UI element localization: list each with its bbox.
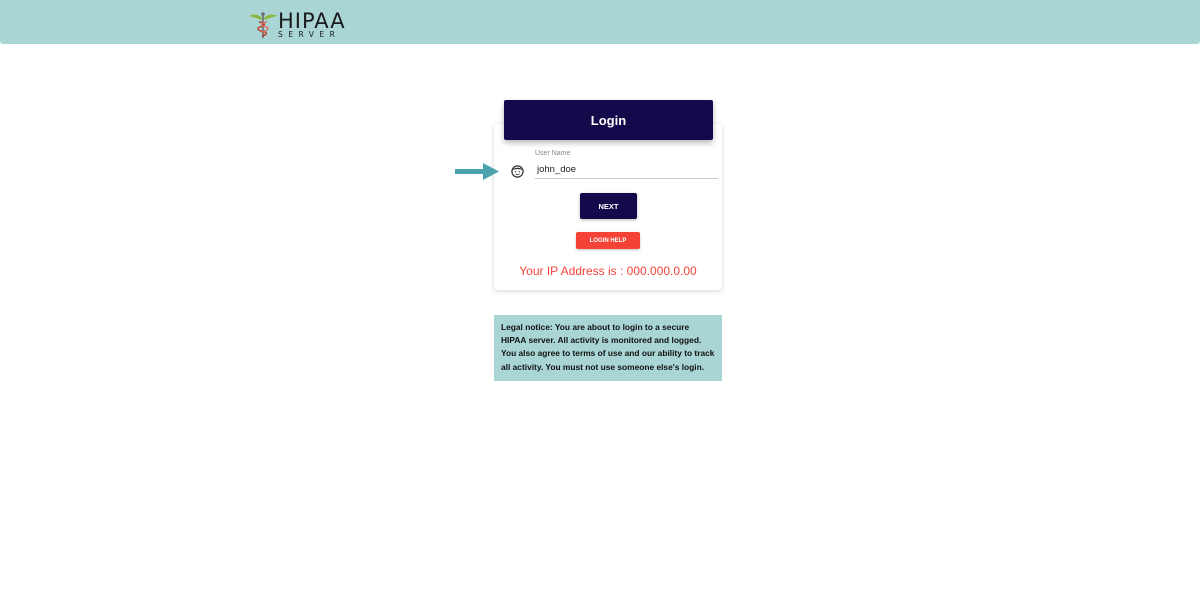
logo-title: HIPAA: [278, 9, 346, 33]
logo-subtitle: SERVER: [278, 30, 341, 39]
login-card-header: Login: [504, 100, 713, 140]
login-help-button[interactable]: LOGIN HELP: [576, 232, 640, 249]
arrow-right-icon: [455, 163, 499, 180]
legal-notice: Legal notice: You are about to login to …: [494, 315, 722, 381]
ip-address-text: Your IP Address is : 000.000.0.00: [519, 264, 697, 278]
username-input[interactable]: [535, 161, 718, 179]
next-button[interactable]: NEXT: [580, 193, 637, 219]
top-bar: HIPAA SERVER: [0, 0, 1200, 44]
user-face-icon: [511, 165, 524, 178]
hipaa-server-logo[interactable]: HIPAA SERVER: [248, 10, 348, 40]
username-label: User Name: [535, 150, 571, 157]
caduceus-icon: [249, 12, 277, 38]
login-title: Login: [590, 112, 627, 128]
